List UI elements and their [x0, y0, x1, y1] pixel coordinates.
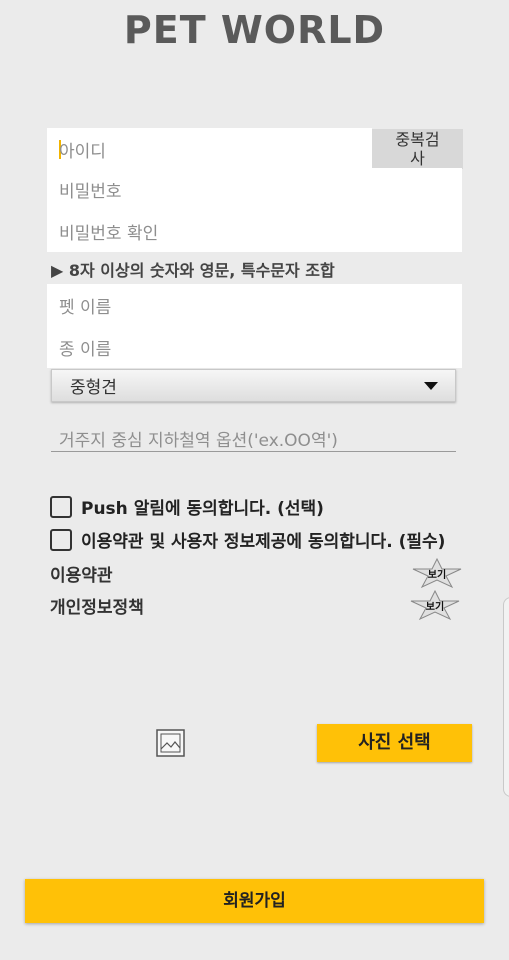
- duplicate-check-label: 중복검 사: [395, 131, 440, 168]
- push-checkbox[interactable]: [50, 495, 72, 518]
- push-agree-label: Push 알림에 동의합니다. (선택): [81, 499, 324, 519]
- terms-view-button[interactable]: 보기: [411, 558, 463, 588]
- id-field[interactable]: 아이디: [47, 128, 372, 170]
- privacy-link-label: 개인정보정책: [50, 598, 144, 618]
- terms-view-label: 보기: [427, 570, 447, 581]
- password-placeholder: 비밀번호: [59, 181, 122, 202]
- breed-placeholder: 종 이름: [59, 339, 112, 360]
- terms-link-label: 이용약관: [50, 566, 113, 586]
- password-confirm-placeholder: 비밀번호 확인: [59, 223, 159, 244]
- terms-checkbox[interactable]: [50, 528, 72, 551]
- privacy-view-label: 보기: [425, 602, 445, 613]
- size-select[interactable]: 중형견: [51, 369, 456, 402]
- breed-field[interactable]: 종 이름: [47, 326, 462, 368]
- pet-name-placeholder: 펫 이름: [59, 297, 112, 318]
- password-confirm-field[interactable]: 비밀번호 확인: [47, 210, 462, 252]
- photo-select-button[interactable]: 사진 선택: [317, 724, 472, 762]
- dropdown-arrow-icon: [424, 382, 438, 390]
- terms-agree-label: 이용약관 및 사용자 정보제공에 동의합니다. (필수): [81, 532, 446, 552]
- id-placeholder: 아이디: [59, 141, 106, 162]
- subway-placeholder: 거주지 중심 지하철역 옵션('ex.OO역'): [59, 431, 338, 451]
- push-agree-row[interactable]: Push 알림에 동의합니다. (선택): [50, 494, 324, 519]
- edge-panel-handle[interactable]: [503, 597, 509, 797]
- size-select-value: 중형견: [70, 378, 117, 398]
- password-field[interactable]: 비밀번호: [47, 168, 462, 210]
- duplicate-check-button[interactable]: 중복검 사: [372, 129, 463, 169]
- pet-name-field[interactable]: 펫 이름: [47, 284, 462, 326]
- app-title: PET WORLD: [123, 8, 386, 52]
- privacy-view-button[interactable]: 보기: [409, 590, 461, 620]
- image-icon[interactable]: [156, 729, 185, 757]
- subway-input[interactable]: 거주지 중심 지하철역 옵션('ex.OO역'): [51, 418, 456, 452]
- terms-agree-row[interactable]: 이용약관 및 사용자 정보제공에 동의합니다. (필수): [50, 527, 445, 552]
- signup-button[interactable]: 회원가입: [25, 879, 484, 923]
- password-hint: ▶ 8자 이상의 숫자와 영문, 특수문자 조합: [51, 261, 335, 280]
